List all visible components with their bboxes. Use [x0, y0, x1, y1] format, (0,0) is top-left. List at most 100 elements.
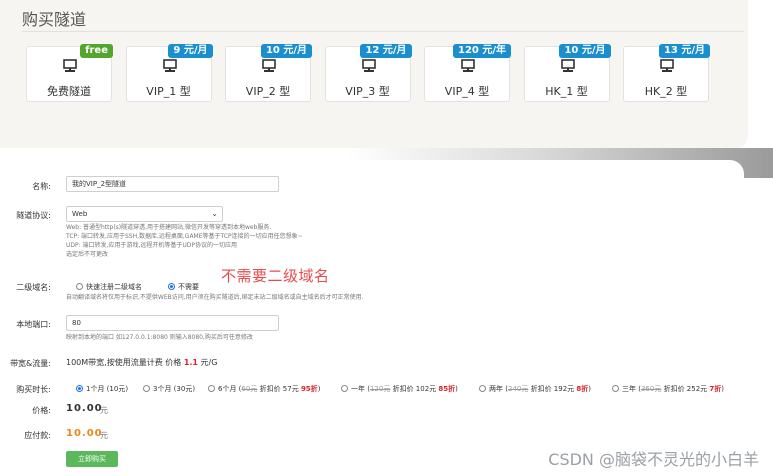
duration-option-3m[interactable]: 3个月 (30元) [143, 384, 195, 394]
duration-option-original: 60元 [241, 385, 258, 393]
payable-unit: 元 [100, 431, 108, 440]
server-icon [63, 59, 77, 72]
duration-option-text: 1个月 (10元) [86, 385, 129, 393]
radio-selected-icon [76, 385, 83, 392]
subdomain-option-none[interactable]: 不需要 [168, 282, 199, 292]
server-icon [560, 59, 575, 72]
duration-label: 购买时长: [16, 385, 51, 394]
subdomain-label: 二级域名: [16, 283, 51, 292]
protocol-select[interactable]: Web ⌄ [66, 206, 223, 222]
duration-option-original: 120元 [369, 385, 391, 393]
duration-option-original: 240元 [507, 385, 529, 393]
duration-option-1y[interactable]: 一年 (120元 折扣价 102元 85折) [341, 384, 458, 394]
duration-option-mid: 折扣价 57元 [257, 385, 301, 393]
plan-label: VIP_1 型 [146, 85, 191, 98]
radio-selected-icon [168, 283, 175, 290]
name-label: 名称: [32, 182, 51, 191]
watermark-text: CSDN @脑袋不灵光的小白羊 [548, 450, 759, 469]
radio-icon [479, 385, 486, 392]
plan-card-2[interactable]: 9 元/月 VIP_1 型 [125, 44, 213, 102]
local-port-label: 本地端口: [16, 320, 51, 329]
server-icon [361, 59, 376, 72]
bandwidth-unit: 元/G [197, 358, 218, 367]
plan-price-badge: 120 元/年 [452, 44, 511, 58]
section-divider [22, 31, 744, 32]
payable-label: 应付款: [24, 431, 51, 440]
plan-label: 免费隧道 [47, 85, 91, 98]
payable-value: 10.00 [66, 428, 103, 439]
plan-price-badge: free [80, 44, 113, 58]
duration-option-post: ) [721, 385, 724, 393]
duration-option-post: ) [317, 385, 321, 393]
plan-label: VIP_2 型 [245, 85, 291, 98]
radio-icon [143, 385, 150, 392]
tunnel-type-panel: 购买隧道 free 免费隧道 9 元/月 VIP_1 型 10 元/月 VIP_2 型 12… [0, 0, 748, 148]
plan-price-badge: 9 元/月 [168, 44, 213, 58]
duration-option-discount: 95折 [300, 385, 318, 393]
duration-option-3y[interactable]: 三年 (360元 折扣价 252元 7折) [612, 384, 724, 394]
duration-option-pre: 两年 ( [489, 385, 508, 393]
radio-icon [76, 283, 83, 290]
subdomain-option-quick-label: 快速注册二级域名 [86, 283, 142, 291]
duration-option-pre: 三年 ( [622, 385, 641, 393]
bandwidth-price: 1.1 [183, 358, 198, 367]
subdomain-help: 自动翻译域名将仅用于标识,不提供WEB访问,用户须在购买隧道后,绑定未站二级域名… [66, 294, 364, 301]
duration-option-pre: 6个月 ( [218, 385, 242, 393]
server-icon [262, 59, 276, 72]
duration-option-6m[interactable]: 6个月 (60元 折扣价 57元 95折) [208, 384, 320, 394]
annotation-text: 不需要二级域名 [221, 267, 330, 285]
name-input[interactable] [66, 176, 279, 192]
price-label: 价格: [32, 406, 51, 415]
section-title: 购买隧道 [22, 10, 87, 29]
duration-option-mid: 折扣价 192元 [528, 385, 577, 393]
server-icon [660, 59, 674, 72]
duration-option-original: 360元 [640, 385, 662, 393]
duration-option-discount: 85折 [438, 385, 456, 393]
protocol-help-3: UDP: 端口转发,应用于游戏,远程开机等基于UDP协议的一切应用 [66, 242, 238, 249]
plan-label: HK_2 型 [644, 85, 688, 98]
duration-option-post: ) [588, 385, 591, 393]
bandwidth-text: 100M带宽,按使用流量计费 价格 [66, 358, 184, 367]
duration-option-2y[interactable]: 两年 (240元 折扣价 192元 8折) [479, 384, 591, 394]
radio-icon [341, 385, 348, 392]
price-unit: 元 [100, 406, 108, 415]
protocol-help-2: TCP: 端口转发,应用于SSH,数据库,远程桌面,GAME等基于TCP连接的一… [66, 233, 303, 240]
plan-label: VIP_3 型 [345, 85, 390, 98]
plan-price-badge: 13 元/月 [658, 44, 710, 58]
price-value: 10.00 [66, 403, 103, 414]
chevron-down-icon: ⌄ [211, 209, 218, 218]
protocol-label: 隧道协议: [16, 211, 51, 220]
local-port-input[interactable] [66, 315, 279, 331]
radio-icon [208, 385, 215, 392]
protocol-selected-value: Web [72, 210, 88, 218]
duration-option-post: ) [455, 385, 458, 393]
plan-card-3[interactable]: 10 元/月 VIP_2 型 [225, 44, 312, 102]
duration-option-mid: 折扣价 102元 [390, 385, 439, 393]
plan-price-badge: 12 元/月 [360, 44, 412, 58]
server-icon [461, 59, 475, 72]
plan-label: HK_1 型 [545, 85, 588, 98]
buy-button[interactable]: 立即购买 [66, 451, 118, 467]
plan-price-badge: 10 元/月 [559, 44, 611, 58]
duration-option-1m[interactable]: 1个月 (10元) [76, 384, 128, 394]
subdomain-option-quick[interactable]: 快速注册二级域名 [76, 282, 142, 292]
local-port-help: 映射到本地的端口 如127.0.0.1:8080 则输入8080,购买后可任意修… [66, 334, 253, 341]
duration-option-text: 3个月 (30元) [153, 385, 196, 393]
duration-option-mid: 折扣价 252元 [661, 385, 710, 393]
duration-option-pre: 一年 ( [351, 385, 370, 393]
plan-card-7[interactable]: 13 元/月 HK_2 型 [623, 44, 710, 102]
server-icon [162, 59, 177, 72]
protocol-help-4: 选定后不可更改 [66, 251, 109, 258]
protocol-help-1: Web: 普通型http(s)隧道穿透,用于搭建网站,微信开发等穿透到本地web… [66, 224, 272, 231]
plan-label: VIP_4 型 [444, 85, 490, 98]
plan-card-1[interactable]: free 免费隧道 [26, 44, 113, 102]
subdomain-option-none-label: 不需要 [178, 283, 199, 291]
duration-option-discount: 8折 [576, 385, 589, 393]
plan-price-badge: 10 元/月 [260, 44, 312, 58]
radio-icon [612, 385, 619, 392]
bandwidth-info: 100M带宽,按使用流量计费 价格 1.1 元/G [66, 357, 217, 368]
plan-card-5[interactable]: 120 元/年 VIP_4 型 [424, 44, 511, 102]
duration-option-discount: 7折 [709, 385, 722, 393]
plan-card-6[interactable]: 10 元/月 HK_1 型 [523, 44, 611, 102]
plan-card-4[interactable]: 12 元/月 VIP_3 型 [324, 44, 412, 102]
